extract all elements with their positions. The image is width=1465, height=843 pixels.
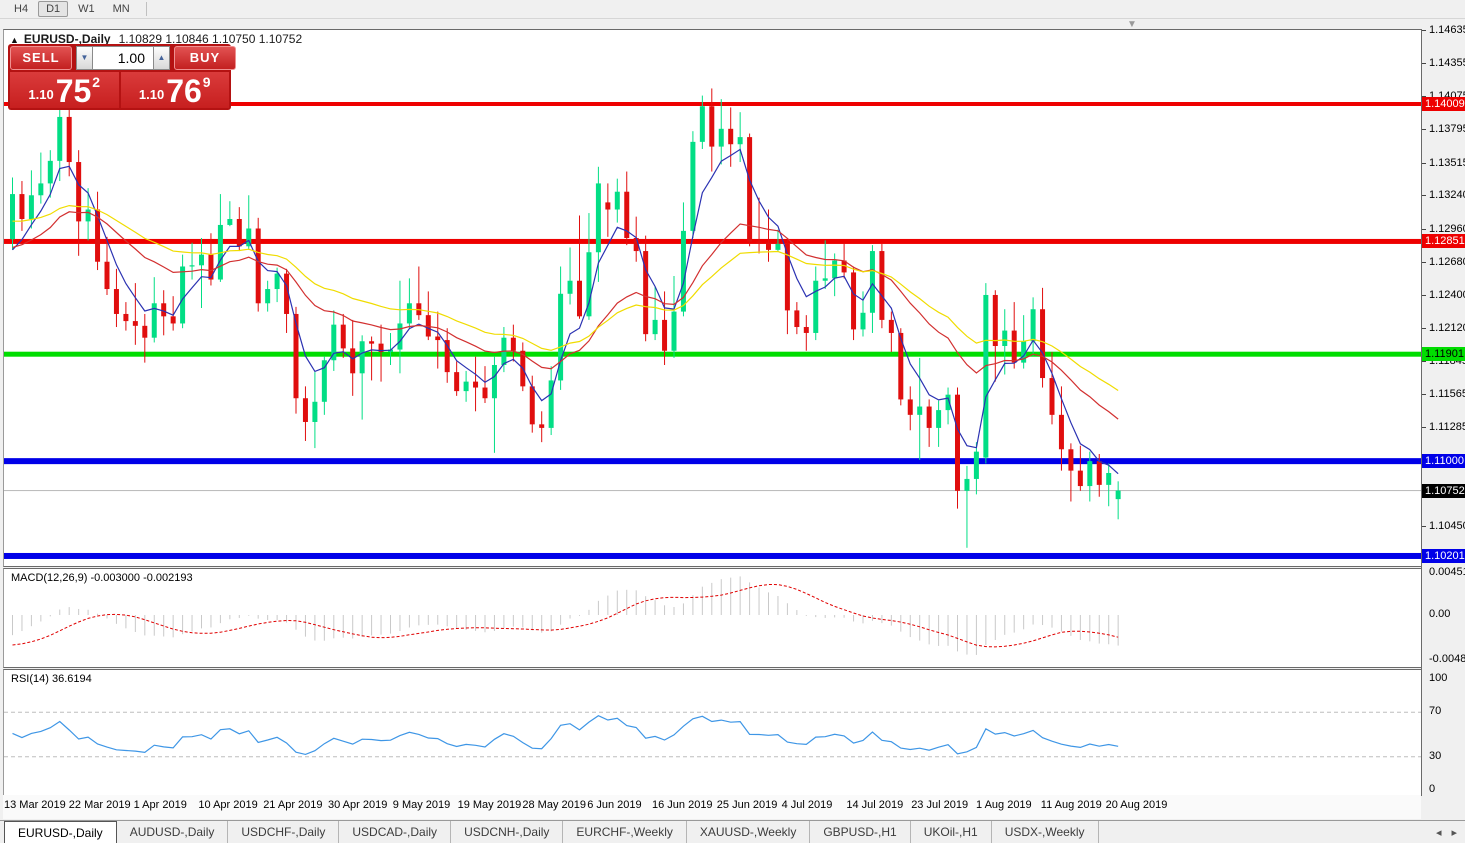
date-label: 6 Jun 2019 <box>587 799 641 811</box>
chart-tab-bar: EURUSD-,DailyAUDUSD-,DailyUSDCHF-,DailyU… <box>0 820 1465 843</box>
axis-tick-mark <box>1422 30 1426 31</box>
buy-price-prefix: 1.10 <box>139 87 164 102</box>
axis-tick-mark <box>1422 295 1426 296</box>
chart-tab-gbpusd[interactable]: GBPUSD-,H1 <box>810 821 910 843</box>
chart-tab-eurusd[interactable]: EURUSD-,Daily <box>4 821 117 843</box>
date-label: 20 Aug 2019 <box>1106 799 1168 811</box>
date-label: 1 Aug 2019 <box>976 799 1032 811</box>
price-axis[interactable]: 1.146351.143551.140751.137951.135151.132… <box>1422 0 1465 820</box>
chart-tab-usdcnh[interactable]: USDCNH-,Daily <box>451 821 563 843</box>
macd-axis-label: -0.004806 <box>1429 653 1465 665</box>
macd-pane[interactable]: MACD(12,26,9) -0.003000 -0.002193 <box>3 568 1422 668</box>
sell-price-pip: 2 <box>92 74 100 90</box>
price-level-badge: 1.12851 <box>1422 234 1465 248</box>
date-label: 30 Apr 2019 <box>328 799 387 811</box>
timeframe-button-d1[interactable]: D1 <box>38 1 68 17</box>
price-tick-label: 1.12960 <box>1429 223 1465 235</box>
volume-increase-button[interactable]: ▲ <box>153 46 170 70</box>
mt4-window: H4D1W1MN MACD(12,26,9) -0.003000 -0.0021… <box>0 0 1465 843</box>
rsi-chart <box>4 670 1422 795</box>
price-level-badge: 1.10201 <box>1422 549 1465 563</box>
axis-tick-mark <box>1422 262 1426 263</box>
sell-button[interactable]: SELL <box>10 46 72 70</box>
date-label: 10 Apr 2019 <box>198 799 257 811</box>
timeframe-button-w1[interactable]: W1 <box>70 1 103 17</box>
rsi-label: RSI(14) 36.6194 <box>11 673 92 685</box>
date-label: 9 May 2019 <box>393 799 450 811</box>
date-label: 11 Aug 2019 <box>1041 799 1102 811</box>
price-tick-label: 1.14355 <box>1429 57 1465 69</box>
toolbar-separator <box>146 2 147 16</box>
price-tick-label: 1.12400 <box>1429 289 1465 301</box>
price-level-badge: 1.11000 <box>1422 454 1465 468</box>
date-label: 22 Mar 2019 <box>69 799 131 811</box>
date-label: 28 May 2019 <box>522 799 586 811</box>
date-label: 19 May 2019 <box>458 799 522 811</box>
axis-tick-mark <box>1422 427 1426 428</box>
rsi-axis-label: 30 <box>1429 750 1441 762</box>
chart-tab-xauusd[interactable]: XAUUSD-,Weekly <box>687 821 810 843</box>
volume-input[interactable] <box>93 46 153 70</box>
rsi-axis-label: 70 <box>1429 705 1441 717</box>
axis-tick-mark <box>1422 328 1426 329</box>
macd-chart <box>4 569 1422 667</box>
tab-scroll-left-icon[interactable]: ◂ <box>1436 826 1442 839</box>
sell-price-main: 75 <box>56 76 92 106</box>
chart-tab-usdchf[interactable]: USDCHF-,Daily <box>228 821 339 843</box>
chart-tab-usdx[interactable]: USDX-,Weekly <box>992 821 1099 843</box>
chart-shift-marker-icon[interactable]: ▼ <box>1127 19 1137 30</box>
rsi-axis-label: 0 <box>1429 783 1435 795</box>
chart-tab-ukoil[interactable]: UKOil-,H1 <box>911 821 992 843</box>
date-label: 25 Jun 2019 <box>717 799 778 811</box>
chart-tab-eurchf[interactable]: EURCHF-,Weekly <box>563 821 686 843</box>
buy-price-quote[interactable]: 1.10 76 9 <box>121 72 230 108</box>
one-click-trading-panel: SELL ▼ ▲ BUY 1.10 75 2 1.10 76 9 <box>8 44 231 110</box>
chart-tab-usdcad[interactable]: USDCAD-,Daily <box>339 821 451 843</box>
buy-button[interactable]: BUY <box>174 46 236 70</box>
timeframe-toolbar: H4D1W1MN <box>0 0 1465 19</box>
price-tick-label: 1.13240 <box>1429 189 1465 201</box>
price-level-badge: 1.11901 <box>1422 347 1465 361</box>
macd-label: MACD(12,26,9) -0.003000 -0.002193 <box>11 572 193 584</box>
chart-tab-audusd[interactable]: AUDUSD-,Daily <box>117 821 229 843</box>
price-tick-label: 1.13795 <box>1429 123 1465 135</box>
volume-decrease-button[interactable]: ▼ <box>76 46 93 70</box>
axis-tick-mark <box>1422 63 1426 64</box>
price-tick-label: 1.12680 <box>1429 256 1465 268</box>
candlestick-chart[interactable] <box>4 30 1422 566</box>
macd-axis-label: 0.00 <box>1429 608 1450 620</box>
rsi-pane[interactable]: RSI(14) 36.6194 <box>3 669 1422 796</box>
price-tick-label: 1.11565 <box>1429 388 1465 400</box>
buy-price-main: 76 <box>166 76 202 106</box>
axis-tick-mark <box>1422 163 1426 164</box>
date-axis[interactable]: 13 Mar 201922 Mar 20191 Apr 2019 10 Apr 2… <box>3 795 1421 819</box>
macd-axis-label: 0.004517 <box>1429 566 1465 578</box>
axis-tick-mark <box>1422 394 1426 395</box>
price-tick-label: 1.10450 <box>1429 520 1465 532</box>
axis-tick-mark <box>1422 229 1426 230</box>
tab-scroll-right-icon[interactable]: ▸ <box>1451 826 1457 839</box>
sell-price-quote[interactable]: 1.10 75 2 <box>10 72 119 108</box>
price-tick-label: 1.14635 <box>1429 24 1465 36</box>
axis-tick-mark <box>1422 129 1426 130</box>
sell-price-prefix: 1.10 <box>28 87 53 102</box>
timeframe-button-mn[interactable]: MN <box>105 1 138 17</box>
date-label: 13 Mar 2019 <box>4 799 66 811</box>
axis-tick-mark <box>1422 526 1426 527</box>
date-label: 4 Jul 2019 <box>782 799 833 811</box>
buy-price-pip: 9 <box>203 74 211 90</box>
price-level-badge: 1.10752 <box>1422 484 1465 498</box>
date-label: 16 Jun 2019 <box>652 799 713 811</box>
date-label: 21 Apr 2019 <box>263 799 322 811</box>
price-tick-label: 1.11285 <box>1429 421 1465 433</box>
date-label: 14 Jul 2019 <box>846 799 903 811</box>
price-tick-label: 1.12120 <box>1429 322 1465 334</box>
rsi-axis-label: 100 <box>1429 672 1447 684</box>
date-label: 23 Jul 2019 <box>911 799 968 811</box>
date-label: 1 Apr 2019 <box>134 799 187 811</box>
price-tick-label: 1.13515 <box>1429 157 1465 169</box>
price-level-badge: 1.14009 <box>1422 97 1465 111</box>
timeframe-button-h4[interactable]: H4 <box>6 1 36 17</box>
axis-tick-mark <box>1422 195 1426 196</box>
